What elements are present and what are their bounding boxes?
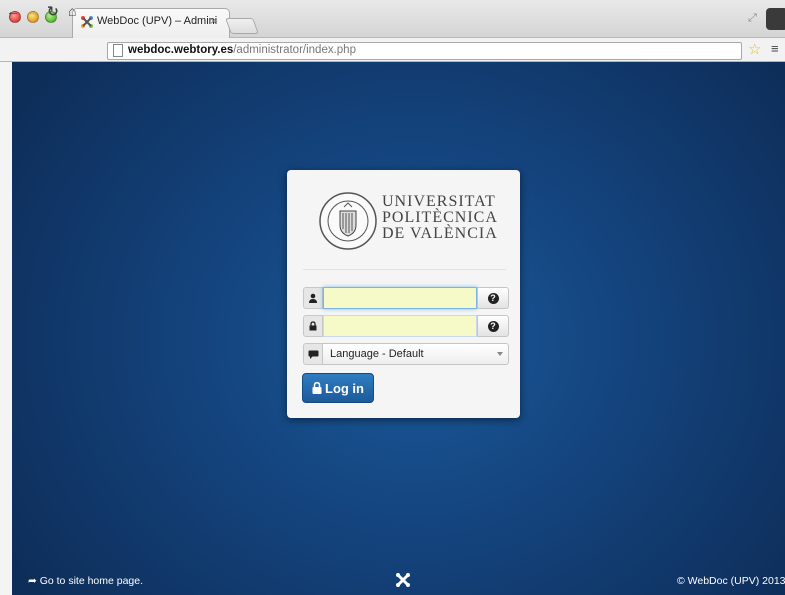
- password-help-button[interactable]: ?: [477, 315, 509, 337]
- page-icon: [113, 44, 123, 57]
- home-icon[interactable]: ⌂: [68, 3, 76, 19]
- browser-menu-icon[interactable]: ≡: [771, 41, 779, 56]
- copyright-text: © WebDoc (UPV) 2013: [677, 575, 785, 587]
- new-tab-button[interactable]: [225, 18, 259, 34]
- window-edge: [0, 62, 12, 595]
- share-arrow-icon: ➦: [28, 575, 40, 587]
- home-page-link-label: Go to site home page.: [39, 575, 144, 587]
- language-select[interactable]: Language - Default: [322, 343, 509, 365]
- login-button-label: Log in: [325, 380, 364, 396]
- username-field[interactable]: [323, 287, 477, 309]
- question-icon: ?: [487, 292, 499, 304]
- home-page-link[interactable]: ➦ Go to site home page.: [28, 575, 143, 587]
- fullscreen-icon[interactable]: ⤢: [748, 12, 757, 25]
- logo-line-2: POLITÈCNICA: [382, 209, 498, 226]
- tab-close-icon[interactable]: ×: [210, 14, 217, 28]
- user-icon: [303, 287, 323, 309]
- university-name: UNIVERSITAT POLITÈCNICA DE VALÈNCIA: [382, 194, 498, 242]
- back-arrow-icon[interactable]: ←: [6, 3, 20, 19]
- password-field[interactable]: [323, 315, 477, 337]
- forward-arrow-icon[interactable]: →: [26, 3, 40, 19]
- logo-line-1: UNIVERSITAT: [382, 193, 496, 210]
- divider: [303, 269, 506, 270]
- comment-icon: [303, 343, 323, 365]
- question-icon: ?: [487, 320, 499, 332]
- username-help-button[interactable]: ?: [477, 287, 509, 309]
- lock-icon: [312, 382, 322, 394]
- url-text[interactable]: webdoc.webtory.es/administrator/index.ph…: [128, 44, 356, 56]
- bookmark-star-icon[interactable]: ☆: [748, 40, 761, 58]
- browser-window: WebDoc (UPV) – Administr × ⤢ ← → ↻ ⌂ web…: [0, 0, 785, 595]
- login-button[interactable]: Log in: [302, 373, 374, 403]
- reload-icon[interactable]: ↻: [47, 3, 59, 20]
- joomla-logo-icon[interactable]: [395, 572, 411, 588]
- profile-avatar[interactable]: [766, 8, 785, 30]
- chevron-down-icon: [497, 352, 503, 356]
- lock-icon: [303, 315, 323, 337]
- logo-line-3: DE VALÈNCIA: [382, 225, 498, 242]
- university-seal-icon: [319, 192, 377, 250]
- tab-title: WebDoc (UPV) – Administr: [97, 15, 217, 27]
- joomla-favicon-icon: [81, 16, 93, 28]
